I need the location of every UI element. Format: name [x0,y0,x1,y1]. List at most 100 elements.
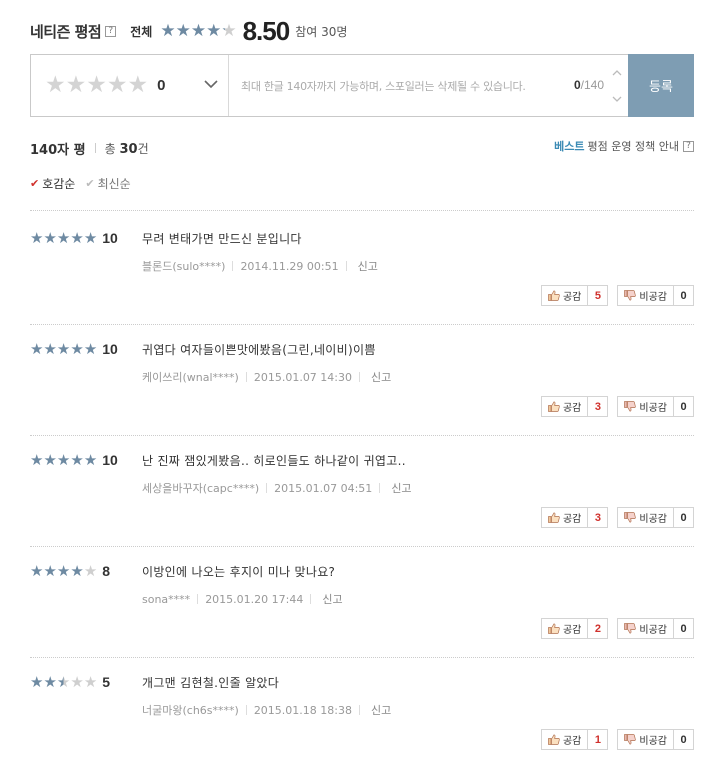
like-button-area[interactable]: 공감 [542,619,587,638]
char-count-max: /140 [580,78,604,92]
star-icon[interactable]: ★ [66,74,87,97]
dislike-button-area[interactable]: 비공감 [618,397,673,416]
report-link[interactable]: 신고 [391,480,411,496]
review-input-box: ★ ★ ★ ★ ★ 0 최대 한글 140자까지 가능하며, 스포일러는 삭제될… [30,54,694,117]
star-icon: ★ [83,561,98,580]
star-icon: ★ [175,20,191,41]
check-icon: ✔ [85,177,95,190]
divider [30,210,694,211]
star-icon: ★ [70,339,84,358]
sort-options: ✔ 호감순 ✔ 최신순 [30,175,141,192]
star-icon[interactable]: ★ [86,74,107,97]
rating-stars[interactable]: ★ ★ ★ ★ ★ [45,74,148,97]
submit-button[interactable]: 등록 [628,54,694,117]
star-icon[interactable]: ★ [128,74,149,97]
review-author[interactable]: 세상을바꾸자(capc****) [142,480,259,496]
vote-buttons: 공감 1 비공감 0 [540,729,694,750]
review-author[interactable]: 케이쓰리(wnal****) [142,369,239,385]
review-item: ★ ★ ★ ★ ★ 5 개그맨 김현철.인줄 알았다 너굴마왕(ch6s****) 2015.0… [30,674,694,760]
scroll-arrows-icon[interactable] [612,69,622,103]
participant-count: 참여 30명 [295,24,348,39]
like-button-area[interactable]: 공감 [542,397,587,416]
star-icon: ★ [70,561,84,580]
like-button[interactable]: 공감 3 [540,396,609,417]
dislike-button-area[interactable]: 비공감 [618,619,673,638]
sort-option[interactable]: ✔ 최신순 [85,175,130,192]
thumbs-down-icon [624,734,637,745]
review-meta: 블론드(sulo****) 2014.11.29 00:51 신고 [142,258,378,274]
star-icon: ★ [56,339,71,358]
like-button-area[interactable]: 공감 [542,730,587,749]
star-icon: ★ [160,20,176,41]
divider [30,324,694,325]
review-text: 난 진짜 잼있게봤음.. 히로인들도 하나같이 귀엽고.. [142,454,406,468]
review-stars: ★ ★ ★ ★ ★ 5 [30,674,110,690]
divider [30,657,694,658]
star-icon: ★ [83,228,98,247]
vote-buttons: 공감 2 비공감 0 [540,618,694,639]
divider [245,705,247,715]
like-count: 1 [587,730,607,749]
review-author[interactable]: sona**** [142,593,190,606]
thumbs-up-icon [548,512,560,523]
review-author[interactable]: 블론드(sulo****) [142,258,225,274]
star-icon[interactable]: ★ [107,74,128,97]
like-button[interactable]: 공감 1 [540,729,609,750]
dislike-count: 0 [673,397,693,416]
report-link[interactable]: 신고 [371,702,391,718]
page-title: 네티즌 평점 [30,22,102,41]
like-button-area[interactable]: 공감 [542,508,587,527]
policy-link[interactable]: 베스트 평점 운영 정책 안내 ? [554,138,694,154]
review-meta: 너굴마왕(ch6s****) 2015.01.18 18:38 신고 [142,702,391,718]
review-meta: sona**** 2015.01.20 17:44 신고 [142,591,343,607]
like-button[interactable]: 공감 3 [540,507,609,528]
star-icon: ★ [43,672,57,691]
divider [232,261,234,271]
star-icon: ★ [83,450,98,469]
star-icon: ★ [56,561,71,580]
dislike-button-area[interactable]: 비공감 [618,508,673,527]
like-button[interactable]: 공감 5 [540,285,609,306]
help-icon[interactable]: ? [683,140,694,152]
policy-text[interactable]: 평점 운영 정책 안내 [588,138,679,154]
dislike-button[interactable]: 비공감 0 [617,618,694,639]
help-icon[interactable]: ? [105,25,117,37]
review-score: 10 [102,452,118,468]
divider [345,261,347,271]
report-link[interactable]: 신고 [371,369,391,385]
rating-selector[interactable]: ★ ★ ★ ★ ★ 0 [31,55,229,116]
like-button-label: 공감 [562,403,582,414]
policy-best-label[interactable]: 베스트 [554,138,584,154]
like-button-label: 공감 [562,292,582,303]
rating-value: 0 [157,77,166,94]
dislike-button-area[interactable]: 비공감 [618,286,673,305]
divider [30,546,694,547]
dislike-button[interactable]: 비공감 0 [617,285,694,306]
chevron-down-icon[interactable] [204,77,218,91]
star-icon: ★ [30,228,44,247]
report-link[interactable]: 신고 [322,591,342,607]
dislike-button[interactable]: 비공감 0 [617,396,694,417]
sort-option[interactable]: ✔ 호감순 [30,175,75,192]
divider [359,705,360,715]
review-date: 2015.01.07 04:51 [274,481,373,495]
dislike-button-label: 비공감 [639,736,667,747]
star-icon: ★ [83,672,98,691]
total-prefix: 총 [104,141,116,156]
star-icon: ★ [190,20,207,41]
review-textarea[interactable]: 최대 한글 140자까지 가능하며, 스포일러는 삭제될 수 있습니다. 0/1… [229,55,628,116]
dislike-button[interactable]: 비공감 0 [617,729,694,750]
dislike-button-area[interactable]: 비공감 [618,730,673,749]
star-icon: ★ [43,339,57,358]
review-author[interactable]: 너굴마왕(ch6s****) [142,702,239,718]
dislike-button[interactable]: 비공감 0 [617,507,694,528]
report-link[interactable]: 신고 [358,258,378,274]
review-stars: ★ ★ ★ ★ ★ 10 [30,341,118,357]
star-icon[interactable]: ★ [45,74,66,97]
like-button-area[interactable]: 공감 [542,286,587,305]
thumbs-down-icon [624,512,637,523]
divider [359,372,361,382]
like-button[interactable]: 공감 2 [540,618,609,639]
divider [245,372,247,382]
dislike-count: 0 [673,286,693,305]
